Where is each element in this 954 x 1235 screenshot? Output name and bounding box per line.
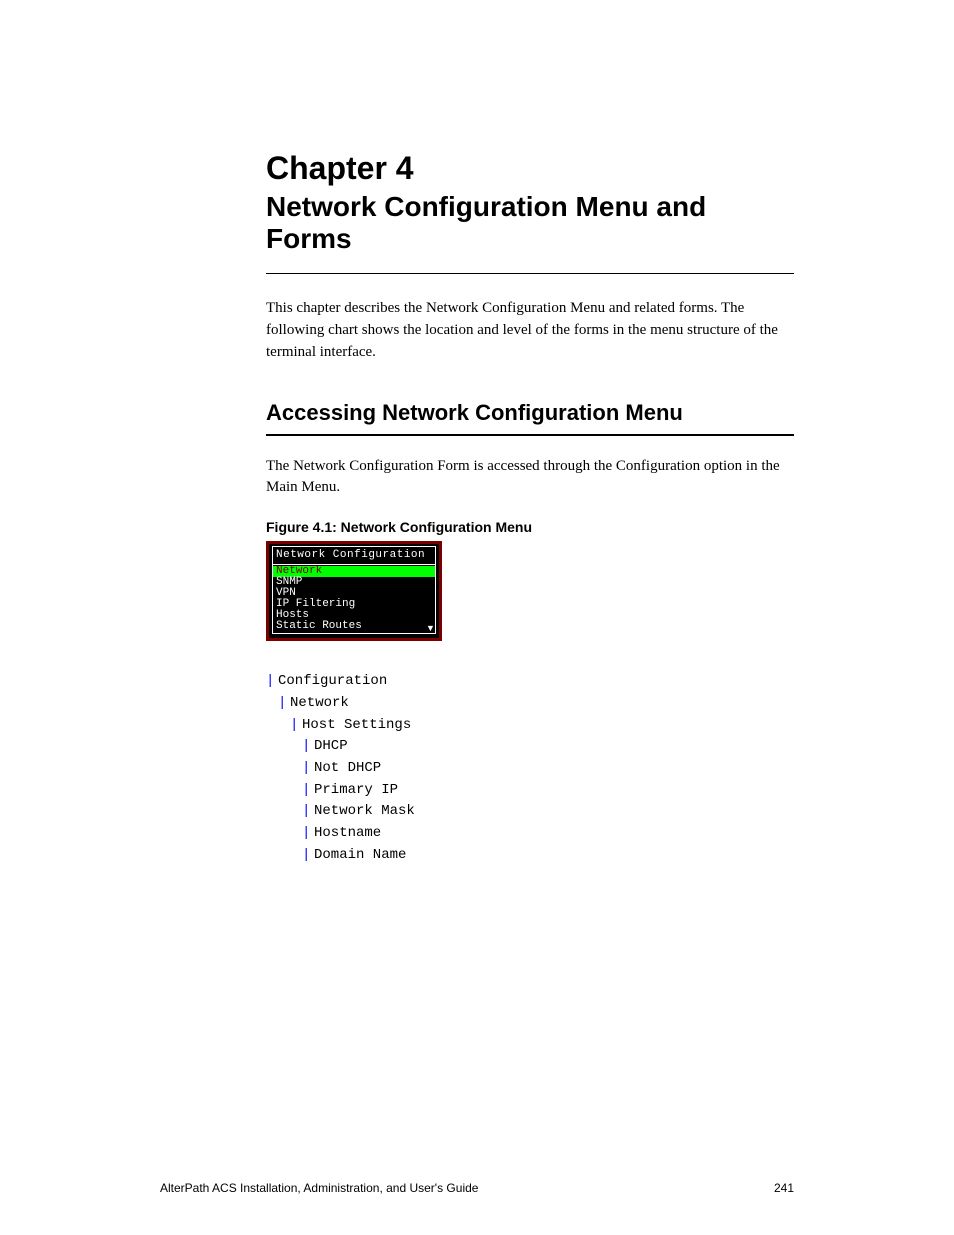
tree-label: Not DHCP [314, 758, 381, 780]
menu-tree: | Configuration| Network| Host Settings|… [266, 671, 794, 866]
tree-label: Network Mask [314, 801, 415, 823]
scroll-down-icon[interactable]: ▼ [426, 624, 434, 632]
tree-row: | Network [266, 693, 794, 715]
section-paragraph: The Network Configuration Form is access… [266, 456, 794, 500]
tree-branch-icon: | [278, 693, 290, 715]
terminal-menu-list[interactable]: Network SNMP VPN IP Filtering Hosts Stat… [272, 565, 436, 634]
tree-branch-icon: | [266, 671, 278, 693]
tree-label: Host Settings [302, 715, 411, 737]
menu-item-static-routes[interactable]: Static Routes [273, 621, 435, 632]
tree-row: | Hostname [266, 823, 794, 845]
tree-row: | Domain Name [266, 845, 794, 867]
tree-row: | Primary IP [266, 780, 794, 802]
intro-paragraph: This chapter describes the Network Confi… [266, 298, 794, 363]
section-divider [266, 434, 794, 436]
tree-branch-icon: | [302, 801, 314, 823]
tree-row: | Network Mask [266, 801, 794, 823]
chapter-title: Network Configuration Menu and Forms [266, 191, 794, 255]
tree-row: | Not DHCP [266, 758, 794, 780]
tree-label: Hostname [314, 823, 381, 845]
tree-label: DHCP [314, 736, 348, 758]
page: Chapter 4 Network Configuration Menu and… [0, 0, 954, 1235]
section-heading: Accessing Network Configuration Menu [266, 400, 794, 426]
tree-branch-icon: | [302, 845, 314, 867]
tree-branch-icon: | [302, 736, 314, 758]
menu-item-snmp[interactable]: SNMP [273, 577, 435, 588]
footer-book-title: AlterPath ACS Installation, Administrati… [160, 1181, 478, 1195]
content-area: Chapter 4 Network Configuration Menu and… [266, 150, 794, 866]
tree-label: Network [290, 693, 349, 715]
tree-row: | Host Settings [266, 715, 794, 737]
tree-label: Configuration [278, 671, 387, 693]
figure-label: Figure 4.1: Network Configuration Menu [266, 519, 794, 535]
tree-label: Domain Name [314, 845, 406, 867]
tree-branch-icon: | [302, 758, 314, 780]
tree-branch-icon: | [302, 780, 314, 802]
tree-branch-icon: | [290, 715, 302, 737]
chapter-number: Chapter 4 [266, 150, 794, 187]
tree-row: | Configuration [266, 671, 794, 693]
terminal-menu-title: Network Configuration [272, 546, 436, 565]
footer-page-number: 241 [774, 1181, 794, 1195]
terminal-menu-box: Network Configuration Network SNMP VPN I… [266, 541, 442, 641]
tree-branch-icon: | [302, 823, 314, 845]
terminal-menu-inner: Network Configuration Network SNMP VPN I… [271, 546, 437, 636]
tree-row: | DHCP [266, 736, 794, 758]
divider [266, 273, 794, 274]
tree-label: Primary IP [314, 780, 398, 802]
